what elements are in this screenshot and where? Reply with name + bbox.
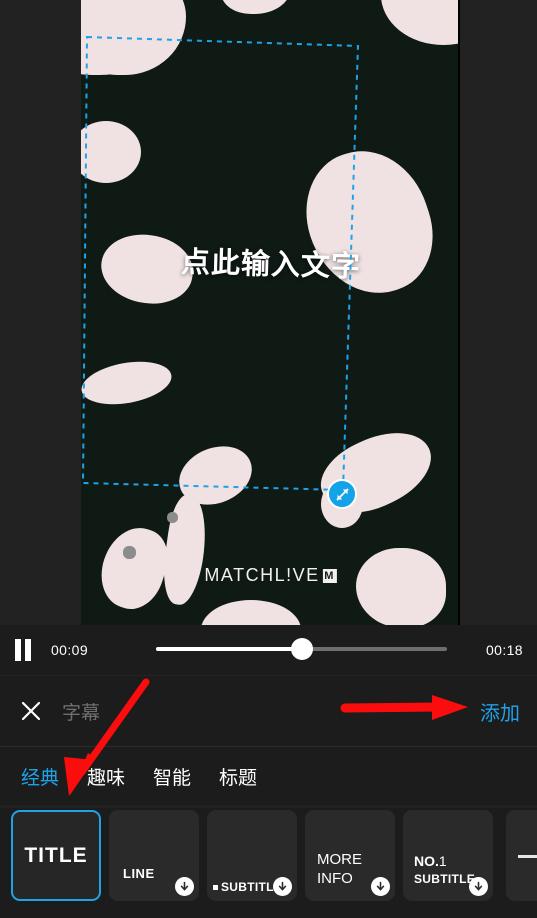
template-card-more-info[interactable]: MORE INFO [305, 810, 395, 901]
close-icon [21, 701, 41, 721]
template-label: LINE [123, 866, 155, 881]
tab-classic[interactable]: 经典 [21, 763, 59, 790]
template-label-2: INFO [317, 870, 353, 887]
tab-fun[interactable]: 趣味 [87, 763, 125, 790]
video-preview[interactable]: 点此输入文字 MATCHL!VE M [0, 0, 537, 625]
template-label: NO. [414, 853, 439, 869]
template-label-num: 1 [438, 853, 447, 869]
tab-smart[interactable]: 智能 [153, 763, 191, 790]
download-icon[interactable] [371, 877, 390, 896]
subtitle-input[interactable]: 字幕 [62, 698, 100, 725]
watermark: MATCHL!VE M [204, 565, 337, 586]
template-card-no1-subtitle[interactable]: NO.1 SUBTITLE [403, 810, 493, 901]
progress-thumb[interactable] [290, 638, 313, 660]
video-text-overlay[interactable]: 点此输入文字 [180, 239, 361, 286]
template-label-wrap: NO.1 [414, 853, 447, 869]
decor-blob [81, 121, 141, 183]
progress-fill [156, 647, 302, 651]
bullet-icon [213, 884, 218, 890]
close-button[interactable] [0, 676, 62, 746]
template-card-title[interactable]: TITLE [11, 810, 101, 901]
download-icon[interactable] [175, 877, 194, 896]
add-button[interactable]: 添加 [480, 697, 520, 726]
decor-blob [158, 492, 212, 608]
pause-button[interactable] [0, 625, 46, 675]
tab-title[interactable]: 标题 [219, 763, 257, 790]
decor-dot [167, 512, 178, 523]
decor-blob [356, 548, 446, 625]
decor-dot [123, 546, 136, 559]
app-root: 点此输入文字 MATCHL!VE M 00:09 00:18 字幕 添加 经典 … [0, 0, 537, 918]
progress-slider[interactable] [156, 638, 447, 660]
template-list[interactable]: TITLE LINE SUBTITLE MORE INFO NO.1 SUBTI… [0, 808, 537, 918]
subtitle-action-row: 字幕 添加 [0, 676, 537, 747]
download-icon[interactable] [273, 877, 292, 896]
total-time: 00:18 [485, 642, 523, 658]
template-label: TITLE [24, 843, 88, 867]
pause-icon [13, 639, 33, 661]
template-label: MORE [317, 851, 362, 868]
video-canvas[interactable]: 点此输入文字 MATCHL!VE M [81, 0, 460, 625]
line-decoration [518, 855, 537, 858]
download-icon[interactable] [469, 877, 488, 896]
decor-blob [81, 355, 175, 411]
watermark-text: MATCHL!VE [204, 565, 320, 585]
decor-blob [381, 0, 460, 45]
template-card-partial[interactable] [506, 810, 537, 901]
current-time: 00:09 [51, 642, 89, 658]
category-tabs: 经典 趣味 智能 标题 [0, 747, 537, 805]
resize-handle[interactable] [327, 479, 357, 509]
resize-diagonal-icon [336, 488, 348, 500]
watermark-badge: M [322, 568, 337, 583]
decor-blob [201, 600, 301, 625]
decor-blob [81, 0, 186, 75]
template-card-line[interactable]: LINE [109, 810, 199, 901]
template-label-wrap: SUBTITLE [213, 880, 282, 894]
decor-blob [221, 0, 291, 14]
template-card-subtitle[interactable]: SUBTITLE [207, 810, 297, 901]
template-label-2: SUBTITLE [414, 872, 476, 886]
